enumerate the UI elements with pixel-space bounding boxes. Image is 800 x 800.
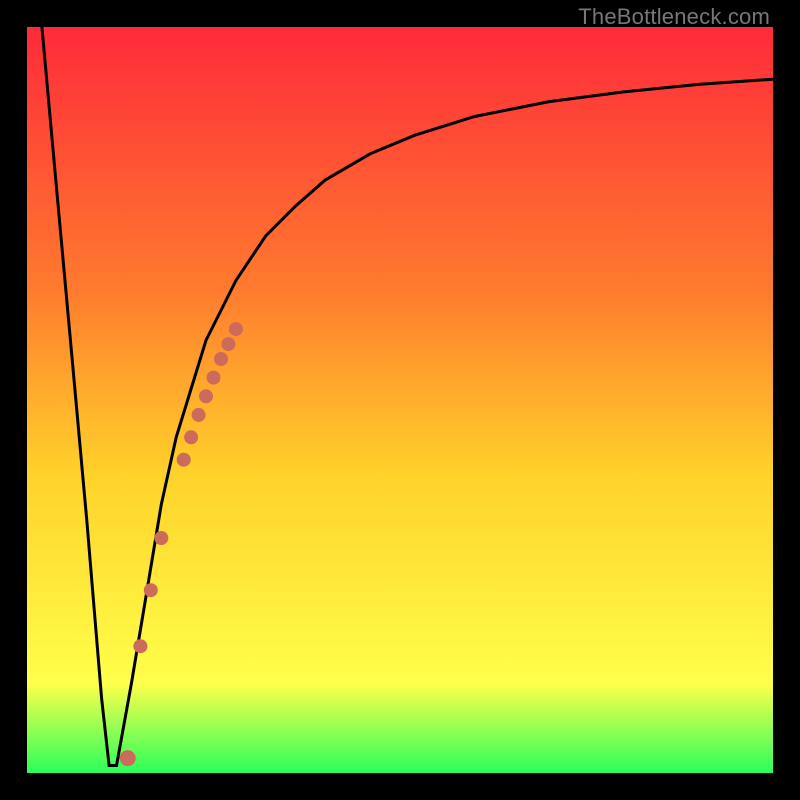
highlight-dots (120, 322, 243, 766)
highlight-dot (214, 352, 228, 366)
curve-layer (27, 27, 773, 773)
bottleneck-curve (42, 27, 773, 766)
plot-area (27, 27, 773, 773)
highlight-dot (144, 583, 158, 597)
watermark-text: TheBottleneck.com (578, 4, 770, 30)
highlight-dot (184, 430, 198, 444)
highlight-dot (221, 337, 235, 351)
highlight-dot (133, 639, 147, 653)
highlight-dot (192, 408, 206, 422)
highlight-dot (120, 750, 136, 766)
highlight-dot (207, 371, 221, 385)
highlight-dot (229, 322, 243, 336)
chart-frame: TheBottleneck.com (0, 0, 800, 800)
highlight-dot (199, 389, 213, 403)
highlight-dot (154, 531, 168, 545)
highlight-dot (177, 453, 191, 467)
